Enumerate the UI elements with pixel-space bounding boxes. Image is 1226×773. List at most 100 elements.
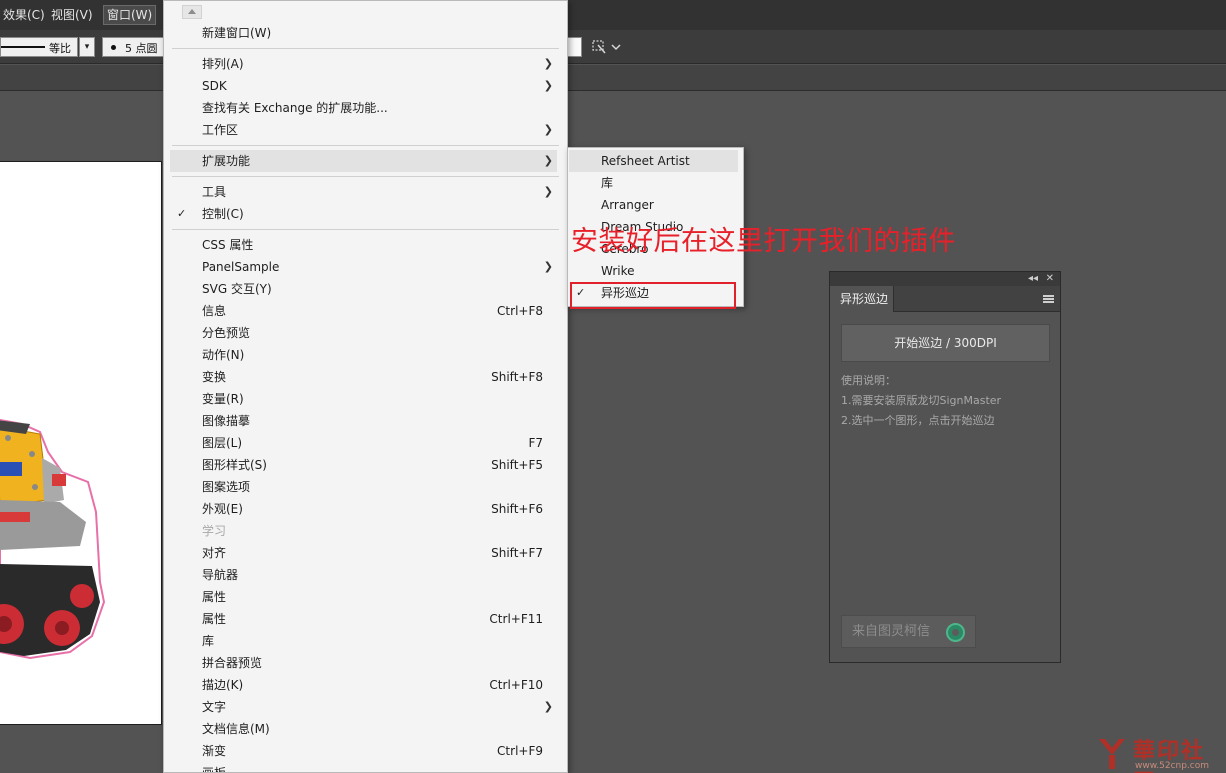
chevron-right-icon: ❯	[543, 700, 553, 713]
menu-item-flattener-preview[interactable]: 拼合器预览	[170, 652, 557, 674]
menu-item-label: 图形样式(S)	[202, 458, 267, 472]
menu-item-label: 信息	[202, 304, 227, 318]
stroke-line-preview	[1, 46, 45, 48]
menu-item-label: 工具	[202, 185, 227, 199]
menu-item-css-properties[interactable]: CSS 属性	[170, 234, 557, 256]
menu-item-label: 文字	[202, 700, 227, 714]
menu-item-extensions[interactable]: 扩展功能 ❯	[170, 150, 557, 172]
brand-logo-icon	[946, 623, 965, 642]
menu-item-tools[interactable]: 工具 ❯	[170, 181, 557, 203]
instruction-step-1: 1.需要安装原版龙切SignMaster	[841, 394, 1002, 407]
menu-item-stroke[interactable]: 描边(K) Ctrl+F10	[170, 674, 557, 696]
menu-item-label: SVG 交互(Y)	[202, 282, 272, 296]
submenu-item-label: Arranger	[601, 198, 654, 212]
menu-item-pattern-options[interactable]: 图案选项	[170, 476, 557, 498]
brush-picker[interactable]: 5 点圆	[102, 37, 164, 57]
menu-item-label: 描边(K)	[202, 678, 244, 692]
brush-label: 5 点圆	[125, 42, 158, 55]
menu-window[interactable]: 窗口(W)	[102, 5, 157, 25]
menu-item-shortcut: Ctrl+F11	[489, 612, 543, 626]
menu-item-label: SDK	[202, 79, 227, 93]
panel-titlebar[interactable]: ◂◂ ✕	[830, 272, 1060, 286]
submenu-item-label: Refsheet Artist	[601, 154, 690, 168]
checkmark-icon: ✓	[177, 207, 187, 220]
menu-view[interactable]: 视图(V)	[48, 6, 96, 24]
stroke-profile-picker[interactable]: 等比	[0, 37, 78, 57]
menu-item-graphic-styles[interactable]: 图形样式(S) Shift+F5	[170, 454, 557, 476]
submenu-item-arranger[interactable]: Arranger	[569, 194, 738, 216]
menu-item-panelsample[interactable]: PanelSample ❯	[170, 256, 557, 278]
menu-item-svg-interactivity[interactable]: SVG 交互(Y)	[170, 278, 557, 300]
menu-item-image-trace[interactable]: 图像描摹	[170, 410, 557, 432]
menu-item-label: 导航器	[202, 568, 239, 582]
opacity-input[interactable]	[566, 37, 582, 57]
stroke-profile-dropdown-icon[interactable]: ▾	[79, 37, 95, 57]
menu-item-label: 拼合器预览	[202, 656, 263, 670]
chevron-right-icon: ❯	[543, 185, 553, 198]
align-to-pixel-icon[interactable]	[592, 39, 622, 55]
robot-artwork	[0, 418, 106, 660]
menu-item-navigator[interactable]: 导航器	[170, 564, 557, 586]
menu-item-info[interactable]: 信息 Ctrl+F8	[170, 300, 557, 322]
watermark-logo-icon	[1099, 739, 1125, 769]
menu-item-label: PanelSample	[202, 260, 280, 274]
menu-item-artboards[interactable]: 画板	[170, 762, 557, 773]
menu-item-label: 变换	[202, 370, 227, 384]
menu-item-label: 排列(A)	[202, 57, 244, 71]
menu-item-new-window[interactable]: 新建窗口(W)	[170, 22, 557, 44]
menu-item-label: 属性	[202, 590, 227, 604]
menu-item-shortcut: Ctrl+F9	[497, 744, 543, 758]
artboard	[0, 161, 162, 725]
panel-menu-icon[interactable]	[1043, 295, 1054, 303]
close-icon[interactable]: ✕	[1046, 272, 1054, 286]
menu-item-variables[interactable]: 变量(R)	[170, 388, 557, 410]
watermark-url: www.52cnp.com	[1135, 761, 1210, 771]
menu-item-actions[interactable]: 动作(N)	[170, 344, 557, 366]
menu-item-type[interactable]: 文字 ❯	[170, 696, 557, 718]
menu-effect[interactable]: 效果(C)	[0, 6, 48, 24]
menu-item-label: 控制(C)	[202, 207, 244, 221]
panel-tab[interactable]: 异形巡边	[830, 286, 894, 312]
menu-item-shortcut: Shift+F8	[491, 370, 543, 384]
chevron-right-icon: ❯	[543, 154, 553, 167]
menu-item-transform[interactable]: 变换 Shift+F8	[170, 366, 557, 388]
credit-button[interactable]: 来自图灵柯信	[841, 615, 976, 648]
menu-separator	[172, 229, 559, 230]
start-contour-button[interactable]: 开始巡边 / 300DPI	[841, 324, 1050, 362]
menu-item-label: 变量(R)	[202, 392, 244, 406]
submenu-item-wrike[interactable]: Wrike	[569, 260, 738, 282]
menu-item-label: 扩展功能	[202, 154, 251, 168]
scroll-up-arrow-icon[interactable]	[182, 5, 202, 19]
highlight-box	[570, 282, 736, 309]
menu-item-control[interactable]: ✓ 控制(C)	[170, 203, 557, 225]
menu-item-sdk[interactable]: SDK ❯	[170, 75, 557, 97]
menu-item-label: 查找有关 Exchange 的扩展功能...	[202, 101, 388, 115]
menu-separator	[172, 176, 559, 177]
menu-item-label: 库	[202, 634, 215, 648]
collapse-icon[interactable]: ◂◂	[1028, 272, 1038, 286]
chevron-right-icon: ❯	[543, 57, 553, 70]
menu-item-find-exchange[interactable]: 查找有关 Exchange 的扩展功能...	[170, 97, 557, 119]
submenu-item-refsheet-artist[interactable]: Refsheet Artist	[569, 150, 738, 172]
menu-item-layers[interactable]: 图层(L) F7	[170, 432, 557, 454]
menu-item-label: 图像描摹	[202, 414, 251, 428]
menu-item-libraries[interactable]: 库	[170, 630, 557, 652]
chevron-right-icon: ❯	[543, 79, 553, 92]
menu-item-shortcut: Ctrl+F8	[497, 304, 543, 318]
submenu-item-library[interactable]: 库	[569, 172, 738, 194]
menu-item-separations-preview[interactable]: 分色预览	[170, 322, 557, 344]
menu-item-align[interactable]: 对齐 Shift+F7	[170, 542, 557, 564]
menu-item-label: 对齐	[202, 546, 227, 560]
menu-item-document-info[interactable]: 文档信息(M)	[170, 718, 557, 740]
menu-item-gradient[interactable]: 渐变 Ctrl+F9	[170, 740, 557, 762]
menu-item-appearance[interactable]: 外观(E) Shift+F6	[170, 498, 557, 520]
menu-item-arrange[interactable]: 排列(A) ❯	[170, 53, 557, 75]
menu-item-workspace[interactable]: 工作区 ❯	[170, 119, 557, 141]
menu-item-label: 图案选项	[202, 480, 251, 494]
menu-item-attributes[interactable]: 属性 Ctrl+F11	[170, 608, 557, 630]
annotation-text: 安装好后在这里打开我们的插件	[571, 226, 956, 257]
menu-item-shortcut: Shift+F6	[491, 502, 543, 516]
menu-item-label: 画板	[202, 766, 227, 773]
instruction-step-2: 2.选中一个图形，点击开始巡边	[841, 414, 995, 427]
menu-item-properties[interactable]: 属性	[170, 586, 557, 608]
